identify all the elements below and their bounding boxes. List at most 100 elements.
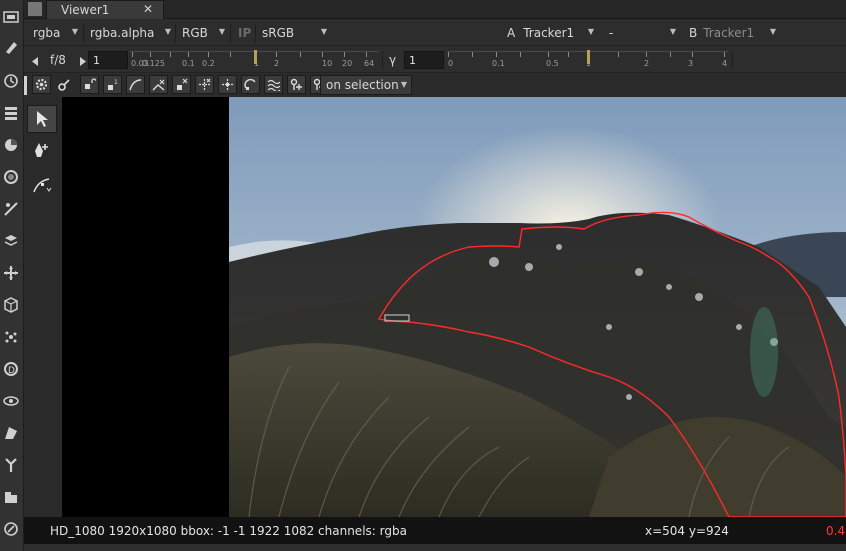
pen-tool-button[interactable] bbox=[27, 137, 57, 165]
fstop-label[interactable]: f/8 bbox=[50, 53, 66, 67]
gain-tick: 0.125 bbox=[142, 59, 165, 68]
lut-dropdown[interactable]: sRGB ▼ bbox=[257, 23, 331, 43]
gain-slider[interactable]: 0.03 0.125 0.1 0.2 1 2 10 20 64 bbox=[130, 50, 378, 72]
point-icon: 1 bbox=[108, 79, 118, 90]
particles-icon[interactable] bbox=[0, 326, 22, 348]
divider bbox=[83, 24, 84, 42]
gamma-tick: 2 bbox=[644, 59, 650, 68]
pixel-value-red: 0.46 bbox=[826, 524, 846, 538]
channels-dropdown[interactable]: rgba ▼ bbox=[28, 23, 82, 43]
cursor-coordinates: x=504 y=924 bbox=[645, 524, 729, 538]
divider bbox=[175, 24, 176, 42]
gain-tick: 2 bbox=[274, 59, 280, 68]
move-points-icon bbox=[199, 78, 211, 90]
dropdown-arrow-icon: ▼ bbox=[320, 27, 327, 36]
feather-points-button[interactable] bbox=[218, 75, 237, 94]
gamma-label: γ bbox=[389, 53, 397, 67]
motion-blur-button[interactable] bbox=[264, 75, 283, 94]
b-input-dropdown[interactable]: B Tracker1 ▼ bbox=[684, 23, 780, 43]
landscape-image bbox=[229, 97, 846, 517]
gain-tick: 0.2 bbox=[202, 59, 215, 68]
remove-point-icon bbox=[177, 78, 188, 90]
gain-slider-thumb[interactable] bbox=[254, 50, 257, 64]
pen-add-icon bbox=[35, 143, 48, 157]
a-input-dropdown[interactable]: A Tracker1 ▼ bbox=[502, 23, 598, 43]
remove-point-button[interactable] bbox=[172, 75, 191, 94]
gamma-tick: 0.1 bbox=[492, 59, 505, 68]
dropdown-arrow-icon: ▼ bbox=[164, 27, 171, 36]
link-icon bbox=[58, 79, 70, 91]
viewer-toolbar-channels: rgba ▼ rgba.alpha ▼ RGB ▼ IP sRGB ▼ A Tracke… bbox=[24, 20, 846, 46]
viewer-status-bar: HD_1080 1920x1080 bbox: -1 -1 1922 1082 … bbox=[24, 517, 846, 544]
divider bbox=[382, 51, 383, 69]
divider bbox=[230, 24, 231, 42]
tab-bar: Viewer1 ✕ bbox=[24, 0, 846, 19]
tab-viewer1[interactable]: Viewer1 ✕ bbox=[46, 0, 164, 19]
dropdown-arrow-icon: ▼ bbox=[769, 27, 776, 36]
viewer-icon[interactable] bbox=[0, 6, 22, 28]
divider bbox=[255, 24, 256, 42]
time-icon[interactable] bbox=[0, 70, 22, 92]
viewer-outside-format bbox=[62, 97, 229, 517]
display-channel-dropdown[interactable]: RGB ▼ bbox=[177, 23, 229, 43]
lock-button[interactable] bbox=[80, 75, 99, 94]
3d-icon[interactable] bbox=[0, 294, 22, 316]
gain-input[interactable]: 1 bbox=[88, 51, 128, 69]
add-key-button[interactable] bbox=[287, 75, 306, 94]
filter-icon[interactable] bbox=[0, 166, 22, 188]
point-button[interactable]: 1 bbox=[103, 75, 122, 94]
views-icon[interactable] bbox=[0, 390, 22, 412]
deep-icon[interactable]: D bbox=[0, 358, 22, 380]
fstop-increase-icon[interactable] bbox=[80, 55, 86, 69]
fstop-decrease-icon[interactable] bbox=[32, 55, 38, 69]
alpha-channel-dropdown[interactable]: rgba.alpha ▼ bbox=[85, 23, 175, 43]
channel-icon[interactable] bbox=[0, 102, 22, 124]
select-tool-button[interactable] bbox=[27, 105, 57, 133]
keyer-icon[interactable] bbox=[0, 198, 22, 220]
svg-text:D: D bbox=[8, 366, 15, 376]
wave-icon bbox=[267, 79, 280, 91]
divider bbox=[732, 51, 733, 69]
gamma-input[interactable]: 1 bbox=[404, 51, 444, 69]
dropdown-arrow-icon: ▼ bbox=[400, 80, 407, 89]
toolsets-icon[interactable] bbox=[0, 454, 22, 476]
other-icon[interactable] bbox=[0, 486, 22, 508]
reset-feather-button[interactable] bbox=[241, 75, 260, 94]
merge-icon[interactable] bbox=[0, 230, 22, 252]
feather-points-icon bbox=[222, 79, 233, 90]
close-icon[interactable]: ✕ bbox=[143, 2, 153, 16]
curve-icon bbox=[129, 79, 142, 91]
compare-mode-dropdown[interactable]: - ▼ bbox=[604, 23, 680, 43]
pane-menu-icon[interactable] bbox=[28, 2, 42, 16]
transform-icon[interactable] bbox=[0, 262, 22, 284]
color-icon[interactable] bbox=[0, 134, 22, 156]
bezier-curve-icon bbox=[33, 178, 52, 193]
select-arrow-icon bbox=[37, 111, 48, 127]
cusp-icon bbox=[152, 79, 165, 91]
dropdown-arrow-icon: ▼ bbox=[669, 27, 676, 36]
node-toolbar: D bbox=[0, 0, 24, 551]
viewer-canvas[interactable] bbox=[24, 97, 846, 517]
gamma-slider[interactable]: 0 0.1 0.5 1 2 3 4 bbox=[448, 50, 728, 72]
input-process-toggle[interactable]: IP bbox=[233, 23, 255, 43]
bezier-tool-button[interactable] bbox=[27, 171, 57, 199]
cusp-button[interactable] bbox=[149, 75, 168, 94]
selection-mode-dropdown[interactable]: on selection ▼ bbox=[320, 75, 412, 95]
transform-points-button[interactable] bbox=[195, 75, 214, 94]
viewer-image[interactable] bbox=[229, 97, 846, 517]
gain-tick: 20 bbox=[342, 59, 353, 68]
gain-tick: 10 bbox=[322, 59, 333, 68]
dropdown-arrow-icon: ▼ bbox=[71, 27, 78, 36]
settings-gear-button[interactable] bbox=[32, 75, 51, 94]
gain-tick: 0.1 bbox=[182, 59, 195, 68]
link-button[interactable] bbox=[55, 75, 74, 94]
svg-text:1: 1 bbox=[114, 79, 118, 86]
gamma-slider-thumb[interactable] bbox=[587, 50, 590, 64]
gear-icon bbox=[35, 78, 48, 91]
paint-icon[interactable] bbox=[0, 36, 22, 58]
metadata-icon[interactable] bbox=[0, 422, 22, 444]
bottom-edge bbox=[24, 544, 846, 551]
plugin-icon[interactable] bbox=[0, 518, 22, 540]
smooth-button[interactable] bbox=[126, 75, 145, 94]
format-info: HD_1080 1920x1080 bbox: -1 -1 1922 1082 … bbox=[50, 524, 407, 538]
